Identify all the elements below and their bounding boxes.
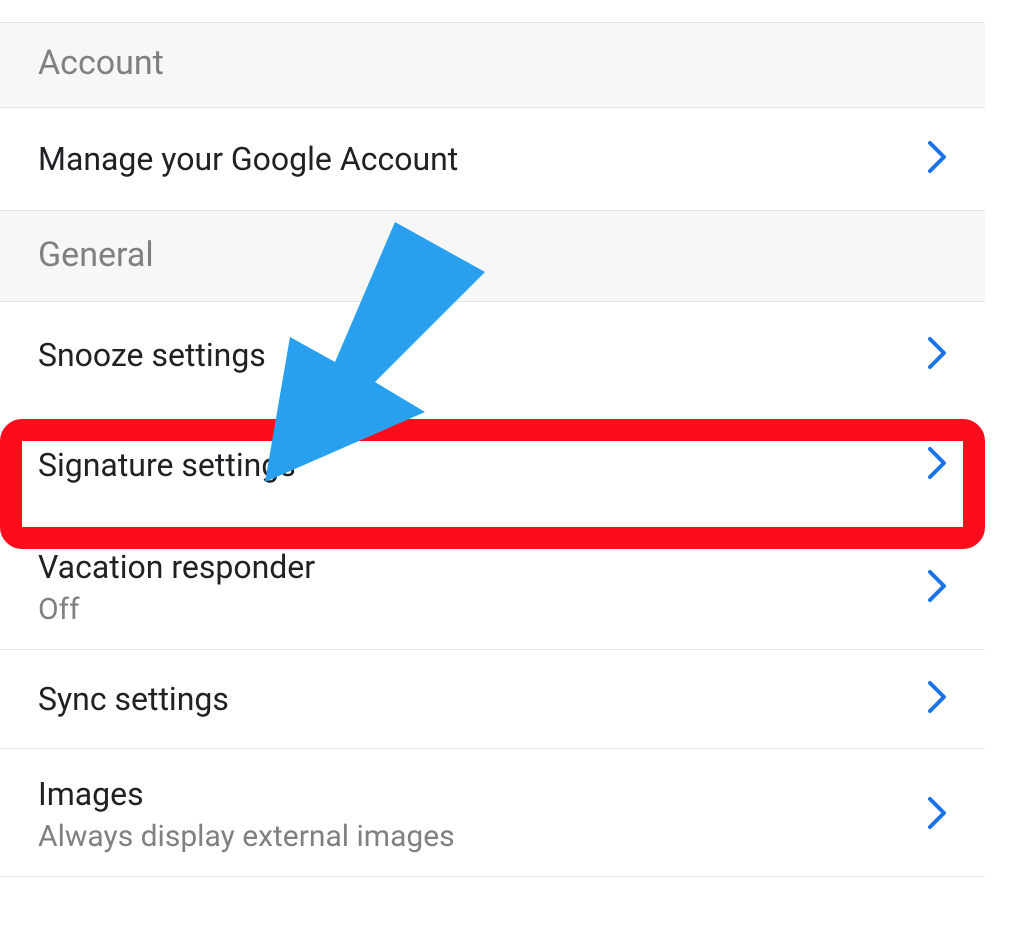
item-label: Manage your Google Account bbox=[38, 140, 458, 178]
settings-item-signature[interactable]: Signature settings bbox=[0, 408, 985, 522]
section-header-account: Account bbox=[0, 22, 985, 108]
item-content: Images Always display external images bbox=[38, 775, 455, 854]
chevron-right-icon bbox=[927, 446, 947, 484]
item-label: Snooze settings bbox=[38, 336, 266, 374]
chevron-right-icon bbox=[927, 569, 947, 607]
item-content: Vacation responder Off bbox=[38, 548, 315, 627]
item-content: Manage your Google Account bbox=[38, 140, 458, 178]
chevron-right-icon bbox=[927, 680, 947, 718]
item-content: Snooze settings bbox=[38, 336, 266, 374]
item-content: Sync settings bbox=[38, 680, 229, 718]
item-subtitle: Off bbox=[38, 592, 315, 627]
settings-item-manage-google-account[interactable]: Manage your Google Account bbox=[0, 108, 985, 210]
item-label: Images bbox=[38, 775, 455, 813]
item-label: Sync settings bbox=[38, 680, 229, 718]
item-label: Signature settings bbox=[38, 446, 296, 484]
settings-item-images[interactable]: Images Always display external images bbox=[0, 749, 985, 877]
section-header-label: General bbox=[38, 235, 154, 275]
settings-item-vacation-responder[interactable]: Vacation responder Off bbox=[0, 522, 985, 650]
section-header-general: General bbox=[0, 210, 985, 302]
item-label: Vacation responder bbox=[38, 548, 315, 586]
item-content: Signature settings bbox=[38, 446, 296, 484]
item-subtitle: Always display external images bbox=[38, 819, 455, 854]
chevron-right-icon bbox=[927, 336, 947, 374]
section-header-label: Account bbox=[38, 43, 164, 83]
settings-item-sync[interactable]: Sync settings bbox=[0, 650, 985, 749]
chevron-right-icon bbox=[927, 140, 947, 178]
settings-item-snooze[interactable]: Snooze settings bbox=[0, 302, 985, 408]
chevron-right-icon bbox=[927, 796, 947, 834]
